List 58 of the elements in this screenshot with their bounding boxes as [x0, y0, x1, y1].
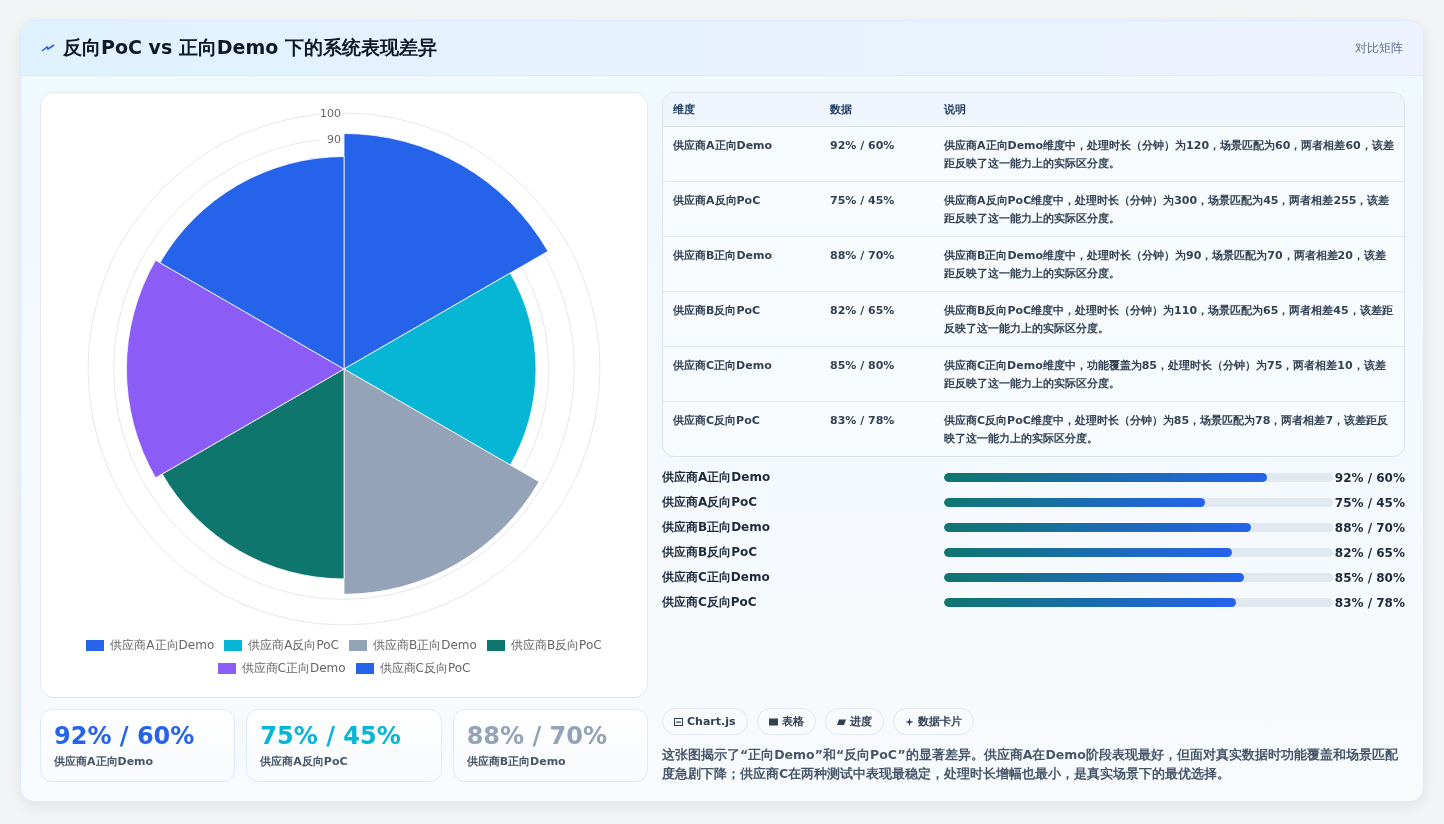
table-cell: 85% / 80% [820, 346, 934, 401]
bar-label: 供应商A反向PoC [662, 494, 759, 511]
bar-value: 88% / 70% [1333, 520, 1405, 535]
column-header: 维度 [663, 93, 820, 126]
stat-value: 75% / 45% [260, 721, 402, 752]
stat-label: 供应商B正向Demo [466, 754, 567, 769]
bar-label: 供应商B反向PoC [662, 544, 758, 561]
lightning-icon [41, 43, 55, 53]
legend-label: 供应商C反向PoC [379, 660, 471, 677]
table-cell: 供应商B正向Demo维度中，处理时长（分钟）为90，场景匹配为70，两者相差20，该差距反映了这一能力上的实际区分度。 [934, 236, 1404, 291]
bar-value: 83% / 78% [1333, 595, 1405, 610]
stat-label: 供应商A反向PoC [260, 754, 349, 769]
page-title: 反向PoC vs 正向Demo 下的系统表现差异 [63, 35, 437, 60]
table-cell: 供应商A反向PoC [663, 181, 820, 236]
table-cell: 供应商B反向PoC维度中，处理时长（分钟）为110，场景匹配为65，两者相差45，该差距反映了这一能力上的实际区分度。 [934, 291, 1404, 346]
table-cell: 供应商C正向Demo维度中，功能覆盖为85，处理时长（分钟）为75，两者相差10，该差距反映了这一能力上的实际区分度。 [934, 346, 1404, 401]
column-header: 说明 [934, 93, 1404, 126]
table-icon [768, 716, 778, 727]
table-cell: 82% / 65% [820, 291, 934, 346]
table-cell: 供应商B反向PoC [663, 291, 820, 346]
summary-text: 这张图揭示了“正向Demo”和“反向PoC”的显著差异。供应商A在Demo阶段表现最好，但面对真实数据时功能覆盖和场景匹配度急剧下降；供应商C在两种测试中表现最稳定，处理时长增幅也最小，是真实场景下的最优选择。 [662, 746, 1399, 783]
table-cell: 供应商B正向Demo [663, 236, 820, 291]
table-cell: 供应商C反向PoC [663, 401, 820, 456]
legend-label: 供应商A反向PoC [248, 637, 339, 654]
axis-tick-label: 100 [320, 107, 341, 120]
table-cell: 供应商C正向Demo [663, 346, 820, 401]
stat-value: 92% / 60% [54, 721, 196, 752]
legend-label: 供应商C正向Demo [241, 660, 346, 677]
table-cell: 供应商A正向Demo [663, 126, 820, 181]
tag-chip: 表格 [756, 708, 816, 735]
table-cell: 供应商A反向PoC维度中，处理时长（分钟）为300，场景匹配为45，两者相差255，该差距反映了这一能力上的实际区分度。 [934, 181, 1404, 236]
table-cell: 供应商C反向PoC维度中，处理时长（分钟）为85，场景匹配为78，两者相差7，该差距反映了这一能力上的实际区分度。 [934, 401, 1404, 456]
column-header: 数据 [820, 93, 934, 126]
bar-label: 供应商B正向Demo [662, 519, 771, 536]
legend-label: 供应商B正向Demo [373, 637, 477, 654]
tag-chip: Chart.js [662, 708, 748, 735]
table-cell: 88% / 70% [820, 236, 934, 291]
bar-value: 85% / 80% [1333, 570, 1405, 585]
bar-value: 82% / 65% [1333, 545, 1405, 560]
stat-value: 88% / 70% [466, 721, 609, 752]
table-cell: 供应商A正向Demo维度中，处理时长（分钟）为120，场景匹配为60，两者相差60，该差距反映了这一能力上的实际区分度。 [934, 126, 1404, 181]
bar-label: 供应商C正向Demo [662, 569, 771, 586]
bar-value: 75% / 45% [1333, 495, 1405, 510]
table-cell: 92% / 60% [820, 126, 934, 181]
sparkle-icon [904, 716, 914, 727]
bar-label: 供应商A正向Demo [662, 469, 772, 486]
table-cell: 75% / 45% [820, 181, 934, 236]
tag-chip: 数据卡片 [892, 708, 974, 735]
legend-label: 供应商A正向Demo [110, 637, 215, 654]
table-cell: 83% / 78% [820, 401, 934, 456]
chart-icon [674, 716, 683, 727]
axis-tick-label: 90 [327, 132, 341, 146]
header-label: 对比矩阵 [1355, 39, 1403, 57]
stat-label: 供应商A正向Demo [54, 754, 155, 769]
tag-chip: 进度 [824, 708, 884, 735]
legend-label: 供应商B反向PoC [510, 637, 602, 654]
bar-label: 供应商C反向PoC [662, 594, 758, 611]
bar-value: 92% / 60% [1333, 470, 1405, 485]
